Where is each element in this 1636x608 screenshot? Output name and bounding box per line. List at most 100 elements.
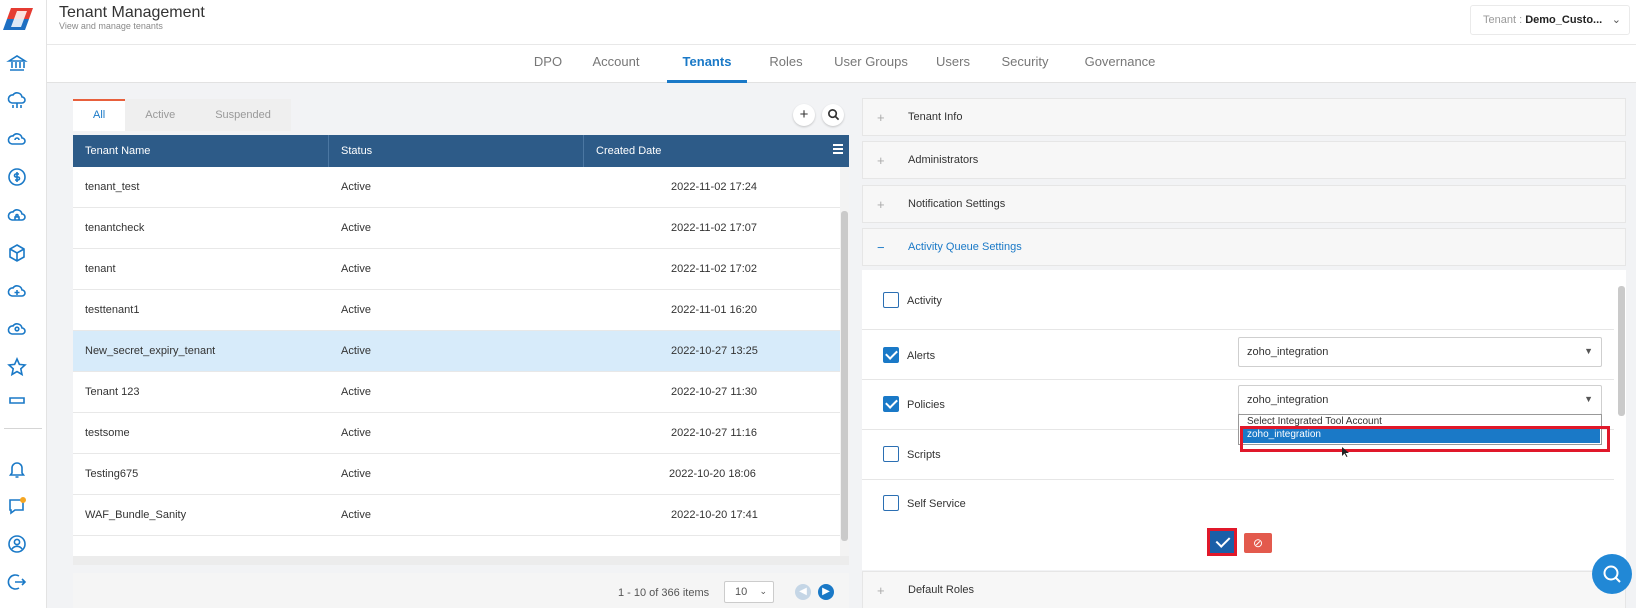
- tenant-picker-label: Tenant :: [1483, 14, 1526, 26]
- bell-icon[interactable]: [6, 458, 28, 480]
- section-scrollbar[interactable]: [1617, 276, 1626, 516]
- table-row[interactable]: WAF_Bundle_Sanity Active 2022-10-20 17:4…: [73, 495, 840, 536]
- cancel-button[interactable]: ⊘: [1244, 533, 1272, 553]
- column-created-date[interactable]: Created Date: [584, 135, 814, 167]
- expand-icon: +: [877, 153, 885, 168]
- policies-account-select[interactable]: zoho_integration ▼: [1238, 385, 1602, 415]
- cloud-plus-icon[interactable]: [6, 280, 28, 302]
- queue-label: Activity: [907, 295, 942, 307]
- page-size-select[interactable]: 10 ⌄: [724, 581, 774, 603]
- cloud-lock-icon[interactable]: [6, 204, 28, 226]
- filter-active[interactable]: Active: [125, 99, 196, 131]
- select-value: zoho_integration: [1247, 394, 1329, 406]
- section-tenant-info[interactable]: + Tenant Info: [862, 98, 1626, 136]
- cell-status: Active: [341, 304, 371, 316]
- table-horizontal-scrollbar[interactable]: [73, 556, 849, 565]
- scripts-checkbox[interactable]: [883, 446, 899, 462]
- self-service-checkbox[interactable]: [883, 495, 899, 511]
- dollar-icon[interactable]: [6, 166, 28, 188]
- tab-user-groups[interactable]: User Groups: [826, 45, 916, 83]
- cell-tenant-name: WAF_Bundle_Sanity: [85, 509, 187, 521]
- table-row[interactable]: testtenant1 Active 2022-11-01 16:20: [73, 290, 840, 331]
- column-tenant-name[interactable]: Tenant Name: [73, 135, 329, 167]
- alerts-account-select[interactable]: zoho_integration ▼: [1238, 337, 1602, 367]
- cell-status: Active: [341, 181, 371, 193]
- tenant-details-panel: + Tenant Info + Administrators + Notific…: [862, 98, 1626, 608]
- table-row[interactable]: Tenant 123 Active 2022-10-27 11:30: [73, 372, 840, 413]
- column-status[interactable]: Status: [329, 135, 584, 167]
- search-icon: [827, 109, 839, 121]
- page-size-value: 10: [735, 586, 748, 598]
- tenant-picker-value: Demo_Custo...: [1525, 14, 1603, 26]
- table-vertical-scrollbar[interactable]: [840, 167, 849, 556]
- section-title: Default Roles: [908, 584, 975, 596]
- left-nav: [0, 0, 47, 608]
- tenant-picker[interactable]: Tenant : Demo_Custo... ⌄: [1470, 5, 1630, 35]
- expand-icon: +: [877, 583, 885, 598]
- status-filter: All Active Suspended: [73, 99, 291, 131]
- table-row[interactable]: tenant Active 2022-11-02 17:02: [73, 249, 840, 290]
- save-button[interactable]: [1207, 528, 1237, 556]
- tab-governance[interactable]: Governance: [1075, 45, 1165, 83]
- highlight-annotation: [1240, 426, 1610, 452]
- section-activity-queue-settings[interactable]: − Activity Queue Settings: [862, 228, 1626, 266]
- cell-tenant-name: tenant_test: [85, 181, 140, 193]
- cell-status: Active: [341, 509, 371, 521]
- section-administrators[interactable]: + Administrators: [862, 141, 1626, 179]
- cell-tenant-name: tenantcheck: [85, 222, 145, 234]
- tab-dpo[interactable]: DPO: [528, 45, 568, 83]
- chat-icon[interactable]: [6, 495, 28, 517]
- cloud-network-icon[interactable]: [6, 90, 28, 112]
- table-row[interactable]: tenant_test Active 2022-11-02 17:24: [73, 167, 840, 208]
- section-notification-settings[interactable]: + Notification Settings: [862, 185, 1626, 223]
- tenants-panel: All Active Suspended + Tenant Name Statu…: [73, 98, 849, 608]
- cell-created-date: 2022-11-02 17:07: [671, 222, 758, 234]
- section-default-roles[interactable]: + Default Roles: [862, 571, 1626, 608]
- tab-security[interactable]: Security: [992, 45, 1058, 83]
- cloud-user-icon[interactable]: [6, 318, 28, 340]
- chevron-down-icon: ⌄: [759, 586, 767, 596]
- table-row[interactable]: testsome Active 2022-10-27 11:16: [73, 413, 840, 454]
- page-title: Tenant Management: [59, 4, 205, 21]
- add-tenant-button[interactable]: +: [793, 104, 815, 126]
- activity-checkbox[interactable]: [883, 292, 899, 308]
- cell-created-date: 2022-10-27 11:16: [671, 427, 758, 439]
- cube-icon[interactable]: [6, 242, 28, 264]
- column-menu-icon[interactable]: [833, 144, 843, 156]
- filter-suspended[interactable]: Suspended: [195, 99, 291, 131]
- tab-tenants[interactable]: Tenants: [667, 45, 747, 83]
- table-row[interactable]: Testing675 Active 2022-10-20 18:06: [73, 454, 840, 495]
- star-icon[interactable]: [6, 356, 28, 378]
- expand-icon: +: [877, 110, 885, 125]
- filter-all[interactable]: All: [73, 99, 126, 131]
- user-circle-icon[interactable]: [6, 533, 28, 555]
- tab-roles[interactable]: Roles: [761, 45, 811, 83]
- help-button[interactable]: [1592, 554, 1632, 594]
- queue-label: Self Service: [907, 498, 966, 510]
- table-header: Tenant Name Status Created Date: [73, 135, 849, 167]
- policies-checkbox[interactable]: [883, 396, 899, 412]
- alerts-checkbox[interactable]: [883, 347, 899, 363]
- bank-icon[interactable]: [6, 52, 28, 74]
- tab-users[interactable]: Users: [931, 45, 975, 83]
- search-button[interactable]: [822, 104, 844, 126]
- cell-created-date: 2022-10-20 18:06: [669, 468, 756, 480]
- table-body: tenant_test Active 2022-11-02 17:24 tena…: [73, 167, 849, 556]
- cloud-sync-icon[interactable]: [6, 128, 28, 150]
- cell-tenant-name: Tenant 123: [85, 386, 140, 398]
- nav-divider: [4, 428, 42, 429]
- app-logo[interactable]: [3, 6, 37, 32]
- cell-status: Active: [341, 263, 371, 275]
- table-row[interactable]: tenantcheck Active 2022-11-02 17:07: [73, 208, 840, 249]
- logout-icon[interactable]: [6, 571, 28, 593]
- prev-page-button[interactable]: ◀: [795, 584, 811, 600]
- menu-stub-icon[interactable]: [6, 394, 28, 406]
- cell-tenant-name: testsome: [85, 427, 130, 439]
- queue-row-alerts: Alerts zoho_integration ▼: [862, 330, 1614, 380]
- next-page-button[interactable]: ▶: [818, 584, 834, 600]
- tab-account[interactable]: Account: [584, 45, 648, 83]
- table-row-selected[interactable]: New_secret_expiry_tenant Active 2022-10-…: [73, 331, 840, 372]
- section-title: Activity Queue Settings: [908, 241, 1022, 253]
- mouse-cursor-icon: [1342, 447, 1349, 457]
- dropdown-option[interactable]: Select Integrated Tool Account: [1247, 416, 1382, 426]
